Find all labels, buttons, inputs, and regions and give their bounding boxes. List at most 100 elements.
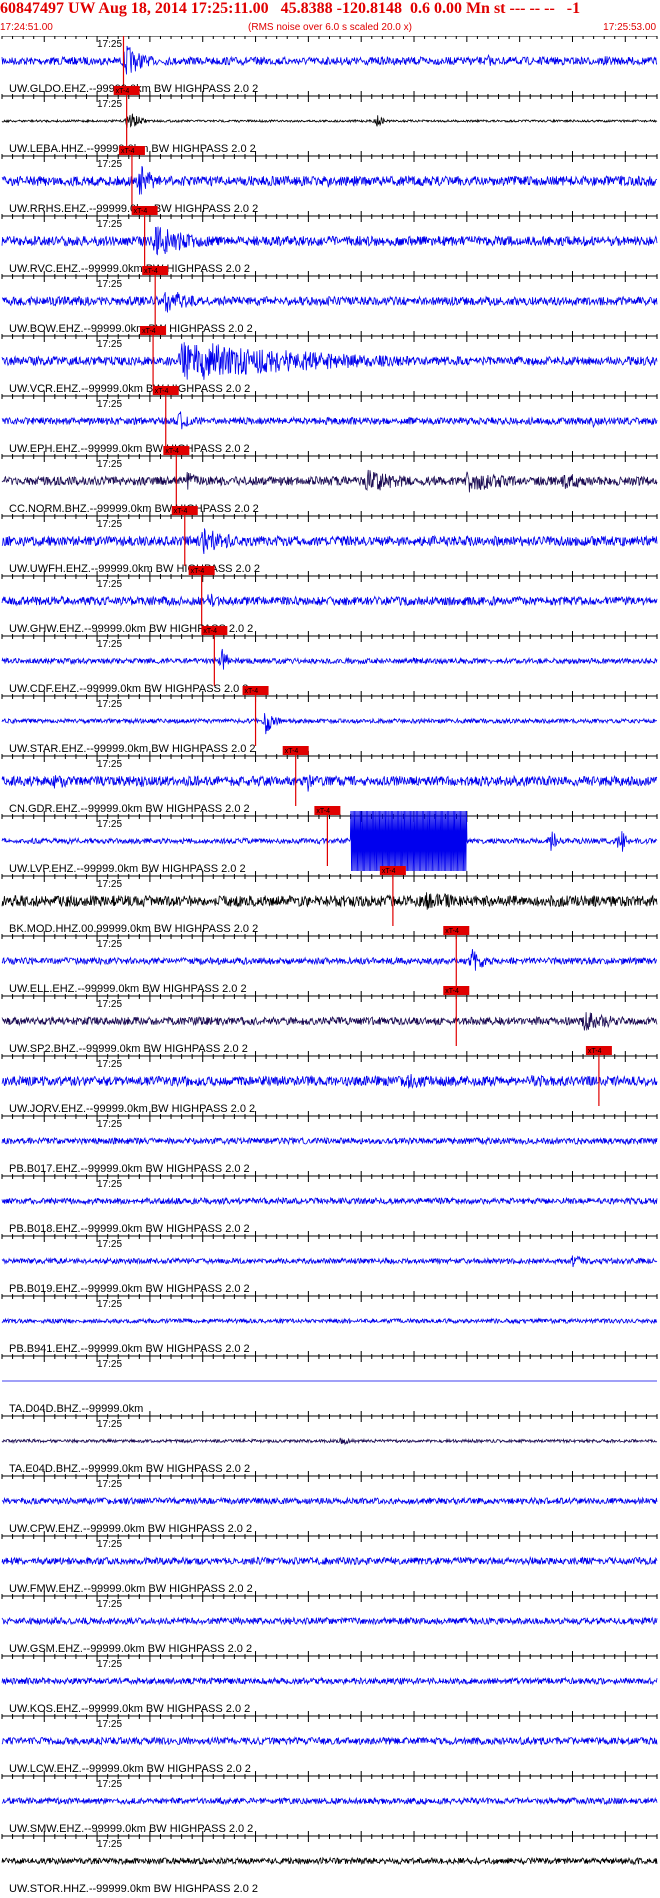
record-header: 60847497 UW Aug 18, 2014 17:25:11.00 45.… — [0, 0, 660, 36]
station-label: UW.BOW.EHZ.--99999.0km BW HIGHPASS 2.0 2 — [9, 323, 253, 335]
time-label: 17:25 — [97, 759, 122, 770]
trace-row: 17:25 xT-4 BK.MOD.HHZ.00.99999.0km BW HIGH… — [1, 866, 658, 935]
time-label: 17:25 — [97, 1479, 122, 1490]
rms-note: (RMS noise over 6.0 s scaled 20.0 x) — [248, 22, 412, 33]
trace-row: 17:25 UW.SMW.EHZ.--99999.0km BW HIGHPASS … — [1, 1771, 658, 1835]
pick-label: xT-4 — [165, 448, 179, 455]
waveform-trace — [1, 291, 658, 313]
trace-row: 17:25xT-4UW.GHW.EHZ.--99999.0km BW HIGHP… — [1, 566, 658, 635]
station-label: PB.B017.EHZ.--99999.0km BW HIGHPASS 2.0 … — [9, 1163, 250, 1175]
time-label: 17:25 — [97, 1239, 122, 1250]
trace-row: 17:25xT-4UW.VCR.EHZ.--99999.0km BW HIGHP… — [1, 326, 658, 395]
trace-row: 17:25 xT-4 UW.SP2.BHZ.--99999.0km BW HIGHP… — [1, 986, 658, 1055]
station-label: UW.RVC.EHZ.--99999.0km BW HIGHPASS 2.0 2 — [9, 263, 250, 275]
time-label: 17:25 — [97, 1659, 122, 1670]
pick-label: xT-4 — [121, 148, 135, 155]
station-label: UW.LCW.EHZ.--99999.0km BW HIGHPASS 2.0 2 — [9, 1763, 251, 1775]
trace-row: 17:25 UW.LCW.EHZ.--99999.0km BW HIGHPASS … — [1, 1711, 658, 1775]
time-label: 17:25 — [97, 579, 122, 590]
waveform-trace — [1, 1136, 658, 1146]
waveform-trace — [1, 648, 658, 670]
waveform-trace — [1, 713, 657, 735]
time-label: 17:25 — [97, 1839, 122, 1850]
waveform-trace — [1, 1796, 658, 1806]
station-label: TA.D04D.BHZ.--99999.0km — [9, 1403, 143, 1415]
end-time: 17:25:53.00 — [603, 22, 656, 33]
trace-row: 17:25 xT-4 CN.GDR.EHZ.--99999.0km BW HIGHP… — [1, 746, 658, 815]
trace-row: 17:25xT-4UW.LVP.EHZ.--99999.0km BW HIGHP… — [1, 806, 658, 875]
trace-row: 17:25 UW.STOR.HHZ.--99999.0km BW HIGHPASS… — [1, 1831, 658, 1895]
time-label: 17:25 — [97, 99, 122, 110]
trace-row: 17:25 xT-4UW.EPH.EHZ.--99999.0km BW HIGHP… — [1, 386, 658, 455]
station-label: TA.E04D.BHZ.--99999.0km BW HIGHPASS 2.0 … — [9, 1463, 250, 1475]
waveform-trace — [1, 1255, 658, 1268]
trace-row: 17:25 UW.FMW.EHZ.--99999.0km BW HIGHPASS … — [1, 1531, 658, 1595]
waveform-trace — [1, 1496, 658, 1506]
time-label: 17:25 — [97, 459, 122, 470]
station-label: UW.EPH.EHZ.--99999.0km BW HIGHPASS 2.0 2 — [9, 443, 250, 455]
pick-label: xT-4 — [245, 688, 259, 695]
station-label: UW.STOR.HHZ.--99999.0km BW HIGHPASS 2.0 … — [9, 1883, 258, 1895]
trace-row: 17:25 PB.B941.EHZ.--99999.0km BW HIGHPASS… — [1, 1291, 658, 1355]
trace-row: 17:25 xT-4 UW.STAR.EHZ.--99999.0km BW HIGH… — [1, 686, 658, 755]
pick-label: xT-4 — [144, 268, 158, 275]
time-label: 17:25 — [97, 1539, 122, 1550]
station-label: UW.CPW.EHZ.--99999.0km BW HIGHPASS 2.0 2 — [9, 1523, 252, 1535]
pick-label: xT-4 — [285, 748, 299, 755]
pick-label: xT-4 — [134, 208, 148, 215]
time-label: 17:25 — [97, 639, 122, 650]
time-label: 17:25 — [97, 999, 122, 1010]
waveform-trace — [1, 1073, 658, 1089]
station-label: PB.B941.EHZ.--99999.0km BW HIGHPASS 2.0 … — [9, 1343, 250, 1355]
waveform-trace — [1, 1317, 658, 1325]
time-label: 17:25 — [97, 219, 122, 230]
pick-label: xT-4 — [116, 88, 130, 95]
station-label: PB.B019.EHZ.--99999.0km BW HIGHPASS 2.0 … — [9, 1283, 250, 1295]
trace-row: 17:25 PB.B019.EHZ.--99999.0km BW HIGHPASS… — [1, 1231, 658, 1295]
waveform-trace — [1, 1012, 658, 1031]
waveform-trace — [1, 45, 658, 75]
station-label: UW.STAR.EHZ.--99999.0km BW HIGHPASS 2.0 … — [9, 743, 256, 755]
time-label: 17:25 — [97, 939, 122, 950]
waveform-trace — [1, 892, 658, 910]
trace-row: 17:25 UW.CPW.EHZ.--99999.0km BW HIGHPASS … — [1, 1471, 658, 1535]
station-label: UW.JORV.EHZ.--99999.0km BW HIGHPASS 2.0 … — [9, 1103, 255, 1115]
station-label: UW.CDF.EHZ.--99999.0km BW HIGHPASS 2.0 2 — [9, 683, 248, 695]
waveform-trace — [1, 113, 658, 129]
trace-row: 17:25 TA.E04D.BHZ.--99999.0km BW HIGHPASS… — [1, 1411, 658, 1475]
time-label: 17:25 — [97, 1299, 122, 1310]
waveform-trace — [1, 1616, 658, 1626]
trace-row: 17:25 UW.GSM.EHZ.--99999.0km BW HIGHPASS … — [1, 1591, 658, 1655]
waveform-trace — [1, 774, 658, 792]
pick-label: xT-4 — [174, 508, 188, 515]
trace-row: 17:25xT-4UW.BOW.EHZ.--99999.0km BW HIGHP… — [1, 266, 658, 335]
trace-row: 17:25xT-4UW.LEBA.HHZ.--99999.0km BW HIGH… — [1, 86, 658, 155]
time-label: 17:25 — [97, 39, 122, 50]
time-label: 17:25 — [97, 279, 122, 290]
time-label: 17:25 — [97, 1599, 122, 1610]
time-label: 17:25 — [97, 879, 122, 890]
station-label: UW.GSM.EHZ.--99999.0km BW HIGHPASS 2.0 2 — [9, 1643, 252, 1655]
pick-label: xT-4 — [142, 328, 156, 335]
time-label: 17:25 — [97, 1359, 122, 1370]
station-label: UW.KOS.EHZ.--99999.0km BW HIGHPASS 2.0 2 — [9, 1703, 250, 1715]
trace-row: 17:25 PB.B018.EHZ.--99999.0km BW HIGHPASS… — [1, 1171, 658, 1235]
waveform-trace — [1, 469, 658, 493]
station-label: UW.SP2.BHZ.--99999.0km BW HIGHPASS 2.0 2 — [9, 1043, 248, 1055]
pick-label: xT-4 — [316, 808, 330, 815]
station-label: CN.GDR.EHZ.--99999.0km BW HIGHPASS 2.0 2 — [9, 803, 250, 815]
trace-row: 17:25xT-4UW.UWFH.EHZ.--99999.0km BW HIGH… — [1, 506, 658, 575]
waveform-trace — [1, 1676, 658, 1686]
station-label: UW.SMW.EHZ.--99999.0km BW HIGHPASS 2.0 2 — [9, 1823, 253, 1835]
pick-label: xT-4 — [382, 868, 396, 875]
time-label: 17:25 — [97, 399, 122, 410]
station-label: PB.B018.EHZ.--99999.0km BW HIGHPASS 2.0 … — [9, 1223, 250, 1235]
trace-row: 17:25 xT-4UW.CDF.EHZ.--99999.0km BW HIGHP… — [1, 626, 658, 695]
pick-label: xT-4 — [445, 928, 459, 935]
waveform-trace — [1, 1196, 658, 1206]
waveform-trace — [1, 948, 657, 971]
trace-row: 17:25xT-4UW.RRHS.EHZ.--99999.0km BW HIGH… — [1, 146, 658, 215]
trace-row: 17:25xT-4UW.ELL.EHZ.--99999.0km BW HIGHP… — [1, 926, 658, 995]
waveform-trace — [1, 1437, 658, 1446]
time-label: 17:25 — [97, 1779, 122, 1790]
